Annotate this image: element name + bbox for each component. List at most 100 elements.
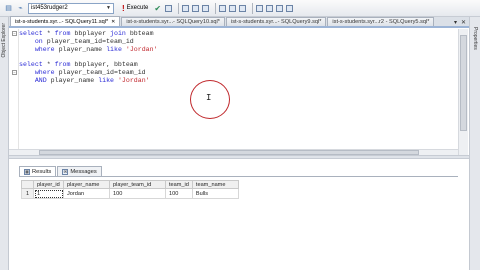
results-to-text-icon[interactable] — [219, 4, 227, 12]
sql-keyword: from — [54, 61, 71, 69]
code-line[interactable]: select * from bbplayer, bbteam — [19, 61, 459, 69]
chevron-down-icon: ▼ — [106, 5, 111, 11]
sql-string: 'Jordan' — [125, 45, 158, 53]
tab-label: ist-s-students.syr...- SQLQuery10.sql* — [126, 19, 220, 25]
display-plan-icon[interactable] — [182, 4, 190, 12]
editor-vertical-scrollbar[interactable] — [458, 29, 468, 155]
results-tabs: ▦ Results ✉ Messages — [19, 166, 458, 177]
tab-messages[interactable]: ✉ Messages — [57, 166, 102, 176]
sql-keyword: where — [34, 68, 55, 76]
database-select[interactable]: ist453rudger2 ▼ — [28, 2, 114, 14]
message-icon: ✉ — [62, 168, 69, 175]
grid-cell[interactable]: 100 — [109, 188, 166, 199]
results-to-file-icon[interactable] — [239, 4, 247, 12]
intellisense-icon[interactable] — [202, 4, 210, 12]
sql-keyword: like — [98, 76, 114, 84]
properties-strip[interactable]: Properties — [469, 17, 480, 270]
sql-text: player_team_id=team_id — [54, 68, 146, 76]
results-grid[interactable]: player_id player_name player_team_id tea… — [21, 180, 239, 199]
tab-label: ist-s-students.syr...- SQLQuery11.sql* — [15, 18, 109, 25]
grid-corner[interactable] — [21, 180, 34, 189]
sql-text: bbplayer — [70, 30, 111, 37]
sql-text: * — [42, 61, 55, 69]
connect-icon[interactable]: ⌁ — [16, 4, 25, 13]
code-line[interactable]: on player_team_id=team_id — [19, 38, 459, 46]
execute-label: Execute — [126, 5, 149, 11]
execute-icon: ! — [122, 3, 125, 13]
tab-sqlquery10[interactable]: ist-s-students.syr...- SQLQuery10.sql* — [121, 17, 225, 26]
sql-text: bbplayer, bbteam — [70, 61, 138, 69]
sql-toolbar: ▤ ⌁ ist453rudger2 ▼ ! Execute ✔ — [0, 0, 480, 17]
ibeam-cursor-icon: I — [206, 93, 212, 103]
tab-sqlquery5[interactable]: ist-s-students.syr...r2 - SQLQuery5.sql* — [327, 17, 435, 26]
query-options-icon[interactable] — [192, 4, 200, 12]
close-icon[interactable]: ✕ — [461, 19, 466, 26]
sql-keyword: AND — [34, 76, 47, 84]
object-explorer-label: Object Explorer — [1, 23, 7, 58]
column-header[interactable]: player_id — [33, 180, 64, 189]
ssms-window: ▤ ⌁ ist453rudger2 ▼ ! Execute ✔ Object E… — [0, 0, 480, 270]
sql-text: player_name — [54, 45, 107, 53]
sql-keyword: on — [34, 37, 43, 45]
tab-messages-label: Messages — [70, 168, 97, 175]
grid-cell[interactable]: 100 — [165, 188, 193, 199]
scrollbar-thumb[interactable] — [460, 35, 467, 131]
sql-keyword: select — [19, 61, 43, 69]
database-select-value: ist453rudger2 — [31, 5, 68, 11]
toolbar-separator — [252, 2, 254, 14]
execute-button[interactable]: ! Execute — [120, 3, 150, 14]
code-line[interactable] — [19, 53, 459, 61]
sql-text: * — [42, 30, 55, 37]
sql-keyword: select — [19, 30, 43, 37]
tab-results-label: Results — [32, 168, 52, 175]
sql-keyword: like — [106, 45, 122, 53]
chevron-down-icon[interactable]: ▾ — [454, 19, 457, 26]
table-row[interactable]: 1 1 Jordan 100 100 Bulls — [21, 188, 239, 199]
toolbar-separator — [178, 2, 180, 14]
code-line[interactable]: select * from bbplayer join bbteam — [19, 30, 459, 38]
close-icon[interactable]: ✕ — [111, 19, 115, 25]
results-to-grid-icon[interactable] — [229, 4, 237, 12]
column-header[interactable]: team_id — [165, 180, 193, 189]
grid-cell[interactable]: Jordan — [63, 188, 110, 199]
column-header[interactable]: player_name — [63, 180, 110, 189]
grid-header-row: player_id player_name player_team_id tea… — [21, 180, 239, 189]
uncomment-icon[interactable] — [266, 4, 274, 12]
collapse-icon[interactable]: − — [12, 31, 17, 36]
tab-sqlquery9[interactable]: ist-s-students.syr...- SQLQuery9.sql* — [225, 17, 327, 26]
sql-text: player_name — [46, 76, 99, 84]
collapse-icon[interactable]: − — [12, 70, 17, 75]
grid-cell[interactable]: Bulls — [191, 188, 239, 199]
column-header[interactable]: team_name — [191, 180, 239, 189]
properties-label: Properties — [472, 27, 478, 50]
sql-text: player_team_id=team_id — [42, 37, 134, 45]
tab-sqlquery11[interactable]: ist-s-students.syr...- SQLQuery11.sql* ✕ — [10, 16, 121, 26]
document-tabs: ist-s-students.syr...- SQLQuery11.sql* ✕… — [9, 16, 469, 28]
column-header[interactable]: player_team_id — [109, 180, 166, 189]
row-number[interactable]: 1 — [21, 188, 34, 199]
code-line[interactable]: where player_team_id=team_id — [19, 69, 459, 77]
tab-label: ist-s-students.syr...- SQLQuery9.sql* — [230, 19, 322, 25]
toolbar-separator — [215, 2, 217, 14]
tab-results[interactable]: ▦ Results — [19, 166, 57, 176]
sql-keyword: from — [54, 30, 71, 37]
sql-keyword: join — [110, 30, 126, 37]
grid-cell[interactable]: 1 — [33, 188, 64, 199]
indent-icon[interactable] — [276, 4, 284, 12]
database-icon[interactable]: ▤ — [4, 4, 13, 13]
stop-icon[interactable] — [165, 4, 173, 12]
outdent-icon[interactable] — [286, 4, 294, 12]
check-icon[interactable]: ✔ — [154, 4, 161, 13]
pane-splitter[interactable] — [9, 155, 469, 159]
grid-icon: ▦ — [24, 168, 30, 175]
tab-controls: ▾ ✕ — [450, 19, 469, 26]
code-line[interactable]: where player_name like 'Jordan' — [19, 46, 459, 54]
sql-text: bbteam — [125, 30, 154, 37]
comment-icon[interactable] — [256, 4, 264, 12]
code-line[interactable]: AND player_name like 'Jordan' — [19, 77, 459, 85]
sql-string: 'Jordan' — [117, 76, 150, 84]
sql-editor[interactable]: select * from bbplayer join bbteam on pl… — [19, 29, 459, 155]
object-explorer-strip[interactable]: Object Explorer — [0, 17, 9, 270]
